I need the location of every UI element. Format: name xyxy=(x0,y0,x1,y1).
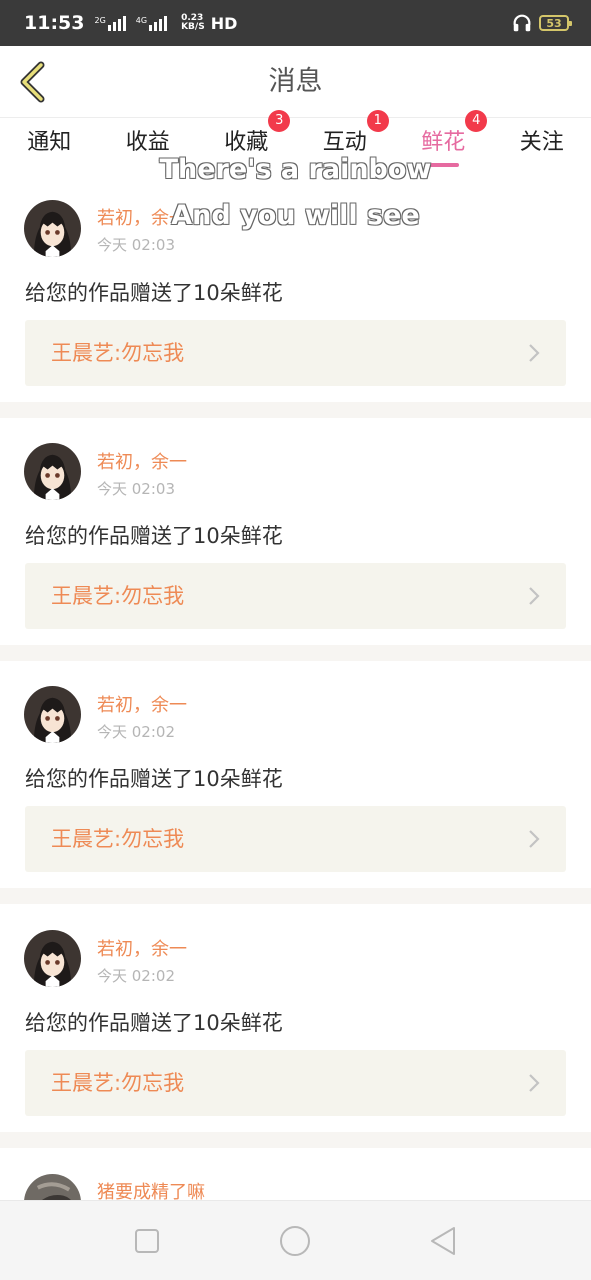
list-item: 若初，余一 今天 02:03 给您的作品赠送了10朵鲜花 王晨艺:勿忘我 xyxy=(0,418,591,645)
sent-time: 今天 02:03 xyxy=(97,236,175,254)
tab-earnings[interactable]: 收益 xyxy=(99,118,198,178)
divider xyxy=(0,1132,591,1148)
status-bar: 11:53 2G 4G 0.23 KB/S HD 53 xyxy=(0,0,591,46)
divider xyxy=(0,402,591,418)
sent-time: 今天 02:02 xyxy=(97,723,175,741)
work-link[interactable]: 王晨艺:勿忘我 xyxy=(25,1050,566,1116)
sender-name[interactable]: 若初，余一 xyxy=(97,691,187,717)
system-nav-bar xyxy=(0,1200,591,1280)
network-speed-unit: KB/S xyxy=(181,22,205,32)
tab-favorites[interactable]: 收藏 3 xyxy=(197,110,296,178)
tab-interaction[interactable]: 互动 1 xyxy=(296,110,395,178)
gift-message: 给您的作品赠送了10朵鲜花 xyxy=(25,524,283,548)
chevron-left-icon xyxy=(20,61,45,103)
list-item: 若初，余一 今天 02:02 给您的作品赠送了10朵鲜花 王晨艺:勿忘我 xyxy=(0,661,591,888)
divider xyxy=(0,888,591,904)
recent-apps-button[interactable] xyxy=(129,1223,165,1259)
battery-level: 53 xyxy=(546,16,562,30)
work-link[interactable]: 王晨艺:勿忘我 xyxy=(25,563,566,629)
avatar[interactable] xyxy=(24,930,81,987)
signal-icon: 2G xyxy=(94,15,127,31)
network-type-1: 2G xyxy=(94,16,106,25)
sender-name[interactable]: 若初，余一 xyxy=(97,935,187,961)
back-nav-button[interactable] xyxy=(425,1223,461,1259)
sent-time: 今天 02:03 xyxy=(97,480,175,498)
work-title: 王晨艺:勿忘我 xyxy=(51,827,185,851)
avatar[interactable] xyxy=(24,686,81,743)
gift-message: 给您的作品赠送了10朵鲜花 xyxy=(25,1011,283,1035)
work-title: 王晨艺:勿忘我 xyxy=(51,341,185,365)
network-speed: 0.23 KB/S xyxy=(181,14,205,32)
app-root: 11:53 2G 4G 0.23 KB/S HD 53 消息 通知 收益 收藏 … xyxy=(0,0,591,1280)
triangle-back-icon xyxy=(431,1227,455,1255)
chevron-right-icon xyxy=(529,344,540,362)
work-title: 王晨艺:勿忘我 xyxy=(51,584,185,608)
tab-follow[interactable]: 关注 xyxy=(493,118,591,178)
work-title: 王晨艺:勿忘我 xyxy=(51,1071,185,1095)
home-button[interactable] xyxy=(277,1223,313,1259)
active-tab-indicator xyxy=(427,163,460,167)
page-title: 消息 xyxy=(268,66,323,97)
sent-time: 今天 02:02 xyxy=(97,967,175,985)
sender-name[interactable]: 若初，余一 xyxy=(97,448,187,474)
tab-notice[interactable]: 通知 xyxy=(0,118,99,178)
hd-indicator: HD xyxy=(210,13,238,33)
square-icon xyxy=(135,1229,159,1253)
network-type-2: 4G xyxy=(135,16,148,25)
chevron-right-icon xyxy=(529,830,540,848)
signal-icon-2: 4G xyxy=(136,15,169,31)
app-header: 消息 xyxy=(0,46,591,118)
back-button[interactable] xyxy=(10,58,54,106)
list-item: 若初，余一 今天 02:02 给您的作品赠送了10朵鲜花 王晨艺:勿忘我 xyxy=(0,904,591,1132)
chevron-right-icon xyxy=(529,587,540,605)
unread-badge: 1 xyxy=(366,110,389,132)
avatar[interactable] xyxy=(24,200,81,257)
work-link[interactable]: 王晨艺:勿忘我 xyxy=(25,320,566,386)
list-item: 若初，余一 今天 02:03 给您的作品赠送了10朵鲜花 王晨艺:勿忘我 xyxy=(0,178,591,402)
headphone-icon xyxy=(513,14,531,32)
sender-name[interactable]: 若初，余一 xyxy=(97,204,187,230)
gift-message: 给您的作品赠送了10朵鲜花 xyxy=(25,767,283,791)
tab-label: 收益 xyxy=(125,130,170,155)
avatar[interactable] xyxy=(24,443,81,500)
tab-label: 通知 xyxy=(27,130,72,155)
tab-flowers[interactable]: 鲜花 4 xyxy=(394,110,493,178)
chevron-right-icon xyxy=(529,1074,540,1092)
tab-bar: 通知 收益 收藏 3 互动 1 鲜花 4 关注 xyxy=(0,110,591,178)
list-item: 猪要成精了嘛 xyxy=(0,1148,591,1231)
battery-icon: 53 xyxy=(539,15,572,31)
tab-label: 关注 xyxy=(519,130,564,155)
gift-message: 给您的作品赠送了10朵鲜花 xyxy=(25,281,283,305)
divider xyxy=(0,645,591,661)
circle-icon xyxy=(280,1226,310,1256)
status-time: 11:53 xyxy=(24,12,85,34)
work-link[interactable]: 王晨艺:勿忘我 xyxy=(25,806,566,872)
